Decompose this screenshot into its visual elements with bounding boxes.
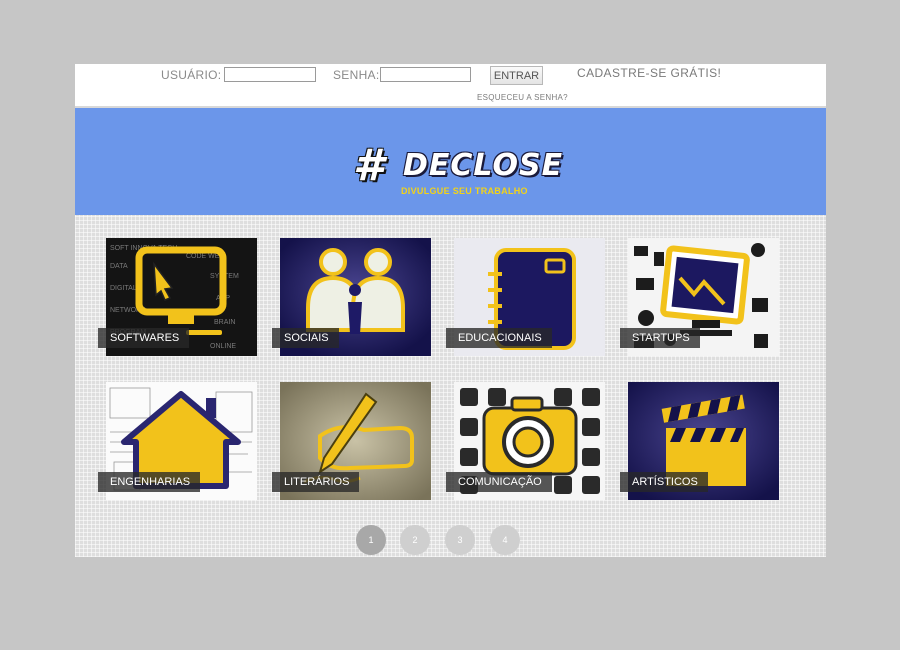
page-button-3[interactable]: 3 — [445, 525, 475, 555]
category-label: STARTUPS — [620, 328, 700, 348]
brand-logo[interactable]: # DECLOSE DIVULGUE SEU TRABALHO — [353, 140, 562, 196]
logo-hash-symbol: # — [353, 140, 384, 191]
category-tile-startups[interactable]: STARTUPS — [620, 238, 779, 356]
logo-tagline: DIVULGUE SEU TRABALHO — [401, 186, 528, 196]
forgot-password-link[interactable]: ESQUECEU A SENHA? — [477, 93, 568, 102]
password-label: SENHA: — [333, 68, 380, 82]
logo-name: DECLOSE — [403, 148, 564, 183]
category-tile-engenharias[interactable]: ENGENHARIAS — [98, 382, 257, 500]
username-label: USUÁRIO: — [161, 68, 222, 82]
page-button-2[interactable]: 2 — [400, 525, 430, 555]
pagination: 1 2 3 4 — [356, 525, 526, 555]
page-button-4[interactable]: 4 — [490, 525, 520, 555]
category-label: ARTÍSTICOS — [620, 472, 708, 492]
category-label: COMUNICAÇÃO — [446, 472, 552, 492]
category-tile-educacionais[interactable]: EDUCACIONAIS — [446, 238, 605, 356]
page-frame: USUÁRIO: SENHA: ENTRAR CADASTRE-SE GRÁTI… — [75, 64, 826, 557]
svg-text:DATA: DATA — [110, 263, 128, 270]
username-input[interactable] — [224, 67, 316, 82]
category-tile-softwares[interactable]: SOFT INNOVA TECH CODE WEB DATA SYSTEM DIGI… — [98, 238, 257, 356]
category-tile-artisticos[interactable]: ARTÍSTICOS — [620, 382, 779, 500]
login-bar: USUÁRIO: SENHA: ENTRAR CADASTRE-SE GRÁTI… — [75, 64, 826, 108]
category-tile-comunicacao[interactable]: COMUNICAÇÃO — [446, 382, 605, 500]
svg-text:DIGITAL: DIGITAL — [110, 285, 137, 292]
svg-text:ONLINE: ONLINE — [210, 343, 236, 350]
svg-text:BRAIN: BRAIN — [214, 319, 235, 326]
category-label: EDUCACIONAIS — [446, 328, 552, 348]
category-label: SOCIAIS — [272, 328, 339, 348]
category-tile-literarios[interactable]: LITERÁRIOS — [272, 382, 431, 500]
password-input[interactable] — [380, 67, 471, 82]
category-label: LITERÁRIOS — [272, 472, 360, 492]
enter-button[interactable]: ENTRAR — [490, 66, 543, 85]
category-label: SOFTWARES — [98, 328, 190, 348]
category-label: ENGENHARIAS — [98, 472, 201, 492]
signup-link[interactable]: CADASTRE-SE GRÁTIS! — [577, 66, 721, 80]
hero-banner: # DECLOSE DIVULGUE SEU TRABALHO — [75, 108, 826, 215]
page-button-1[interactable]: 1 — [356, 525, 386, 555]
category-tile-sociais[interactable]: SOCIAIS — [272, 238, 431, 356]
